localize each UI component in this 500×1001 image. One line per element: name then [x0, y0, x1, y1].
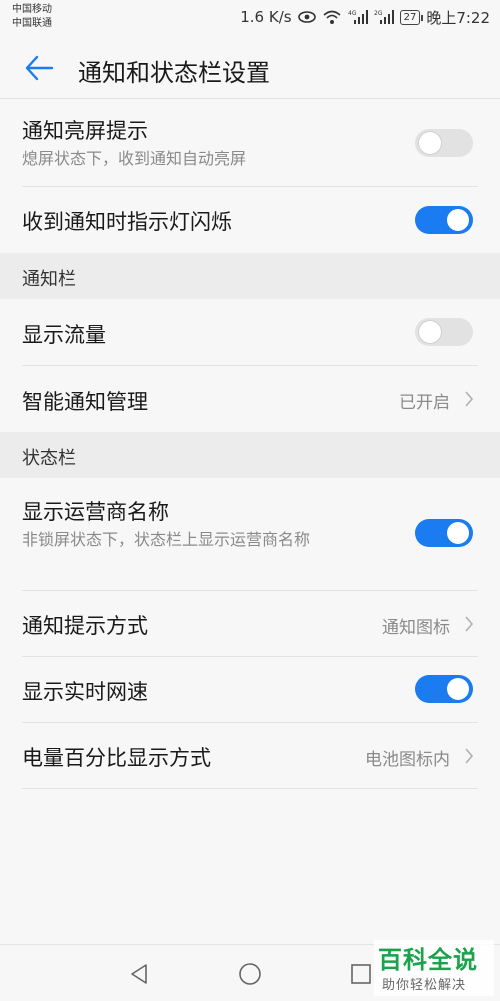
watermark-title: 百科全说	[378, 946, 478, 974]
app-bar: 通知和状态栏设置	[0, 36, 500, 99]
show-traffic-toggle[interactable]	[415, 318, 473, 346]
row-value: 已开启	[399, 393, 450, 413]
svg-text:2G: 2G	[374, 10, 383, 17]
row-carrier-name[interactable]: 显示运营商名称 非锁屏状态下，状态栏上显示运营商名称	[22, 478, 478, 591]
toggle-knob	[419, 321, 441, 343]
watermark: 百科全说 助你轻松解决	[374, 940, 494, 996]
back-arrow-icon[interactable]	[24, 54, 54, 82]
row-battery-pct[interactable]: 电量百分比显示方式 电池图标内	[22, 723, 478, 789]
watermark-subtitle: 助你轻松解决	[382, 978, 467, 993]
carrier-1: 中国移动	[12, 4, 52, 15]
status-bar: 中国移动 中国联通 1.6 K/s 4G 2G 27 晚上7:22	[0, 0, 500, 36]
row-subtitle: 非锁屏状态下，状态栏上显示运营商名称	[22, 530, 311, 549]
nav-recent-icon[interactable]	[350, 963, 372, 985]
nav-back-icon[interactable]	[128, 963, 150, 985]
chevron-right-icon	[465, 616, 474, 632]
chevron-right-icon	[465, 391, 474, 407]
toggle-knob	[447, 522, 469, 544]
toggle-knob	[419, 132, 441, 154]
nav-home-icon[interactable]	[238, 962, 262, 986]
row-label: 显示运营商名称	[22, 500, 169, 524]
row-smart-notify[interactable]: 智能通知管理 已开启	[22, 366, 478, 432]
row-show-traffic[interactable]: 显示流量	[22, 299, 478, 366]
section-title: 通知栏	[22, 269, 76, 290]
section-header-status-bar: 状态栏	[0, 432, 500, 478]
signal-4g-icon: 4G	[348, 10, 368, 24]
settings-list: 通知亮屏提示 熄屏状态下，收到通知自动亮屏 收到通知时指示灯闪烁 通知栏 显示流…	[0, 99, 500, 789]
row-value: 通知图标	[382, 618, 450, 638]
clock: 晚上7:22	[426, 8, 490, 27]
row-label: 电量百分比显示方式	[22, 746, 211, 770]
notify-wake-toggle[interactable]	[415, 129, 473, 157]
chevron-right-icon	[465, 748, 474, 764]
row-value: 电池图标内	[365, 750, 450, 770]
carrier-labels: 中国移动 中国联通	[12, 3, 52, 31]
row-label: 收到通知时指示灯闪烁	[22, 210, 232, 234]
page-title: 通知和状态栏设置	[78, 59, 270, 87]
signal-2g-icon: 2G	[374, 10, 394, 24]
toggle-knob	[447, 209, 469, 231]
row-led-blink[interactable]: 收到通知时指示灯闪烁	[22, 187, 478, 253]
row-notify-wake[interactable]: 通知亮屏提示 熄屏状态下，收到通知自动亮屏	[22, 99, 478, 187]
row-label: 通知亮屏提示	[22, 119, 148, 143]
status-icons: 1.6 K/s 4G 2G 27 晚上7:22	[240, 6, 490, 28]
network-speed: 1.6 K/s	[240, 8, 292, 26]
battery-icon: 27	[399, 9, 424, 25]
eye-icon	[297, 11, 316, 23]
row-net-speed[interactable]: 显示实时网速	[22, 657, 478, 723]
row-label: 智能通知管理	[22, 390, 148, 414]
svg-text:4G: 4G	[348, 10, 357, 17]
wifi-icon	[323, 10, 341, 24]
carrier-2: 中国联通	[12, 18, 52, 29]
section-title: 状态栏	[22, 448, 76, 469]
led-blink-toggle[interactable]	[415, 206, 473, 234]
row-notify-style[interactable]: 通知提示方式 通知图标	[22, 591, 478, 657]
row-subtitle: 熄屏状态下，收到通知自动亮屏	[22, 149, 247, 168]
row-label: 通知提示方式	[22, 614, 148, 638]
row-label: 显示实时网速	[22, 680, 148, 704]
carrier-name-toggle[interactable]	[415, 519, 473, 547]
net-speed-toggle[interactable]	[415, 675, 473, 703]
section-header-notification-bar: 通知栏	[0, 253, 500, 299]
toggle-knob	[447, 678, 469, 700]
row-label: 显示流量	[22, 323, 106, 347]
